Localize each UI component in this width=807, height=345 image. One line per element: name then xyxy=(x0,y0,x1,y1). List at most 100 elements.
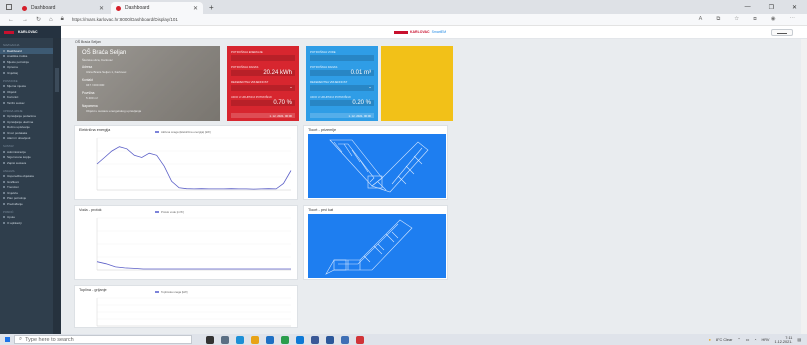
header-menu-button[interactable] xyxy=(771,29,793,36)
language-indicator[interactable]: HRV xyxy=(762,338,770,342)
widgets-icon[interactable] xyxy=(221,335,229,344)
energy-stat-card: POTROŠNJA ENERGIJE POTROŠNJA DANAS 20.24 k… xyxy=(227,46,299,121)
forward-icon[interactable]: → xyxy=(22,17,28,23)
chrome-icon[interactable] xyxy=(251,335,259,344)
sidebar-item[interactable]: O aplikaciji xyxy=(0,220,53,226)
word-icon[interactable] xyxy=(326,335,334,344)
clock[interactable]: 7:11 1.12.2021. xyxy=(774,336,792,344)
stat-value-bar: 0.20 % xyxy=(310,100,374,106)
sidebar-item-label: Administracija xyxy=(7,149,26,154)
stat-label: POTROŠNJA DANAS xyxy=(310,65,338,69)
page-scrollbar[interactable] xyxy=(801,39,807,334)
sidebar-section-title: Upravljanje xyxy=(3,108,23,113)
heat-chart-card: Toplina - grijanje Toplinska snaga [kW] xyxy=(74,285,298,328)
bullet-icon xyxy=(3,90,5,93)
favicon-icon xyxy=(116,5,121,11)
stat-row: POTROŠNJA VODE xyxy=(310,50,374,61)
stat-footer: 1. 12. 2021. 00:00 xyxy=(310,113,374,118)
address-bar[interactable]: https://mars.karlovac.hr:8000/Dashboard/… xyxy=(72,17,178,22)
more-icon[interactable]: ⋯ xyxy=(790,16,796,23)
profile-icon[interactable]: ◉ xyxy=(771,16,776,23)
close-tab-icon[interactable]: ✕ xyxy=(193,5,198,12)
refresh-icon[interactable]: ↻ xyxy=(36,16,41,23)
browser-tab-2[interactable]: Dashboard ✕ xyxy=(111,2,203,14)
stat-row: REFERENTNA VRIJEDNOST - xyxy=(231,80,295,91)
browser-toolbar: ← → ↻ ⌂ 🔒︎ https://mars.karlovac.hr:8000… xyxy=(0,14,807,26)
energy-chart: Aktivna snaga (Električna energija) [kW] xyxy=(96,130,292,191)
read-aloud-icon[interactable]: A xyxy=(699,16,703,23)
weather-text[interactable]: 8°C Clear xyxy=(716,338,733,342)
search-icon: ⌕ xyxy=(19,336,23,342)
tab-label: Dashboard xyxy=(31,5,56,11)
sidebar-item-label: Upute xyxy=(7,215,16,220)
bullet-icon xyxy=(3,221,5,224)
notifications-icon[interactable]: ▤ xyxy=(797,337,801,342)
stat-label: UDIO U UKUPNOJ POTROŠNJI xyxy=(310,95,351,99)
home-icon[interactable]: ⌂ xyxy=(49,17,53,23)
task-view-icon[interactable] xyxy=(206,335,214,344)
edge-icon[interactable] xyxy=(236,335,244,344)
stat-value: - xyxy=(369,85,371,91)
ie-icon[interactable] xyxy=(296,335,304,344)
start-button[interactable] xyxy=(0,334,14,345)
stat-value-bar: - xyxy=(231,85,295,91)
object-info-value: Ulica Braća Seljan 1, Karlovac xyxy=(86,70,127,74)
browser-window: Dashboard ✕ Dashboard ✕ + — ❐ ✕ ← → ↻ ⌂ … xyxy=(0,0,807,345)
sidebar-item-label: Mjesto potrošnje xyxy=(7,59,30,64)
heat-chart: Toplinska snaga [kW] xyxy=(96,290,291,327)
stat-label: POTROŠNJA ENERGIJE xyxy=(231,50,263,54)
close-window-button[interactable]: ✕ xyxy=(792,4,797,11)
sidebar-toggle-icon[interactable] xyxy=(55,68,59,92)
stat-row: REFERENTNA VRIJEDNOST - xyxy=(310,80,374,91)
windows-logo-icon xyxy=(4,337,10,342)
windows-taskbar: ⌕ Type here to search ● 8°C Clear ⌃ ▭ ◔ … xyxy=(0,334,807,345)
maximize-button[interactable]: ❐ xyxy=(769,4,774,11)
floorplan-ground-image[interactable] xyxy=(308,134,446,198)
taskbar-search[interactable]: ⌕ Type here to search xyxy=(14,335,192,344)
favorites-icon[interactable]: ☆ xyxy=(734,16,739,23)
sidebar-item-label: Izvješća xyxy=(7,190,18,195)
object-info-value: Objekt u sustavu energetskog upravljanja xyxy=(86,109,142,113)
floorplan-title: Tlocrt - prizemlje xyxy=(308,128,337,132)
back-icon[interactable]: ← xyxy=(8,17,14,23)
stat-label: UDIO U UKUPNOJ POTROŠNJI xyxy=(231,95,272,99)
minimize-button[interactable]: — xyxy=(745,4,751,11)
collections-icon[interactable]: ⧈ xyxy=(753,16,757,23)
split-screen-icon[interactable]: ⧉ xyxy=(716,16,720,23)
floorplan-first-image[interactable] xyxy=(308,214,446,278)
bullet-icon xyxy=(3,156,5,159)
teams-icon[interactable] xyxy=(311,335,319,344)
explorer-icon[interactable] xyxy=(266,335,274,344)
sidebar-section-title: Navigacija xyxy=(3,43,20,47)
sidebar-item-label: Ručno upisivanje xyxy=(7,125,30,130)
sidebar-item-label: Korisnici xyxy=(7,95,19,100)
browser-tab-1[interactable]: Dashboard ✕ xyxy=(17,2,109,14)
clock-date: 1.12.2021. xyxy=(774,339,793,344)
favicon-icon xyxy=(22,5,27,11)
system-tray: ● 8°C Clear ⌃ ▭ ◔ HRV 7:11 1.12.2021. ▤ xyxy=(709,336,807,344)
sidebar-item-label: Objekti xyxy=(7,89,17,94)
stat-label: REFERENTNA VRIJEDNOST xyxy=(231,80,269,84)
volume-icon[interactable]: ◔ xyxy=(754,338,756,342)
sidebar-menu: Navigacija Dashboard Analitika troška Mjest… xyxy=(0,40,53,226)
stat-row: POTROŠNJA DANAS 0.01 m³ xyxy=(310,65,374,76)
heat-stat-card xyxy=(381,46,453,121)
network-icon[interactable]: ▭ xyxy=(746,337,750,342)
object-info-label: Kontakt xyxy=(82,78,93,82)
new-tab-button[interactable]: + xyxy=(209,3,214,12)
stat-row: POTROŠNJA ENERGIJE xyxy=(231,50,295,61)
outlook-icon[interactable] xyxy=(341,335,349,344)
header-logo: KARLOVAC SmartEM xyxy=(394,30,446,34)
header-brand: KARLOVAC xyxy=(410,30,430,34)
stat-label: POTROŠNJA DANAS xyxy=(231,65,259,69)
excel-icon[interactable] xyxy=(281,335,289,344)
acrobat-icon[interactable] xyxy=(356,335,364,344)
sidebar-collapse-strip[interactable] xyxy=(53,38,61,334)
tab-actions-icon[interactable] xyxy=(6,4,12,10)
tray-chevron-icon[interactable]: ⌃ xyxy=(737,337,740,342)
close-tab-icon[interactable]: ✕ xyxy=(99,5,104,12)
stat-footer: 1. 12. 2021. 00:00 xyxy=(231,113,295,118)
object-photo-card: OŠ Braća Seljan Školska ulica, Karlovac … xyxy=(77,46,220,121)
sidebar-item-label: Izvoz podataka xyxy=(7,130,28,135)
series-line xyxy=(96,146,292,190)
